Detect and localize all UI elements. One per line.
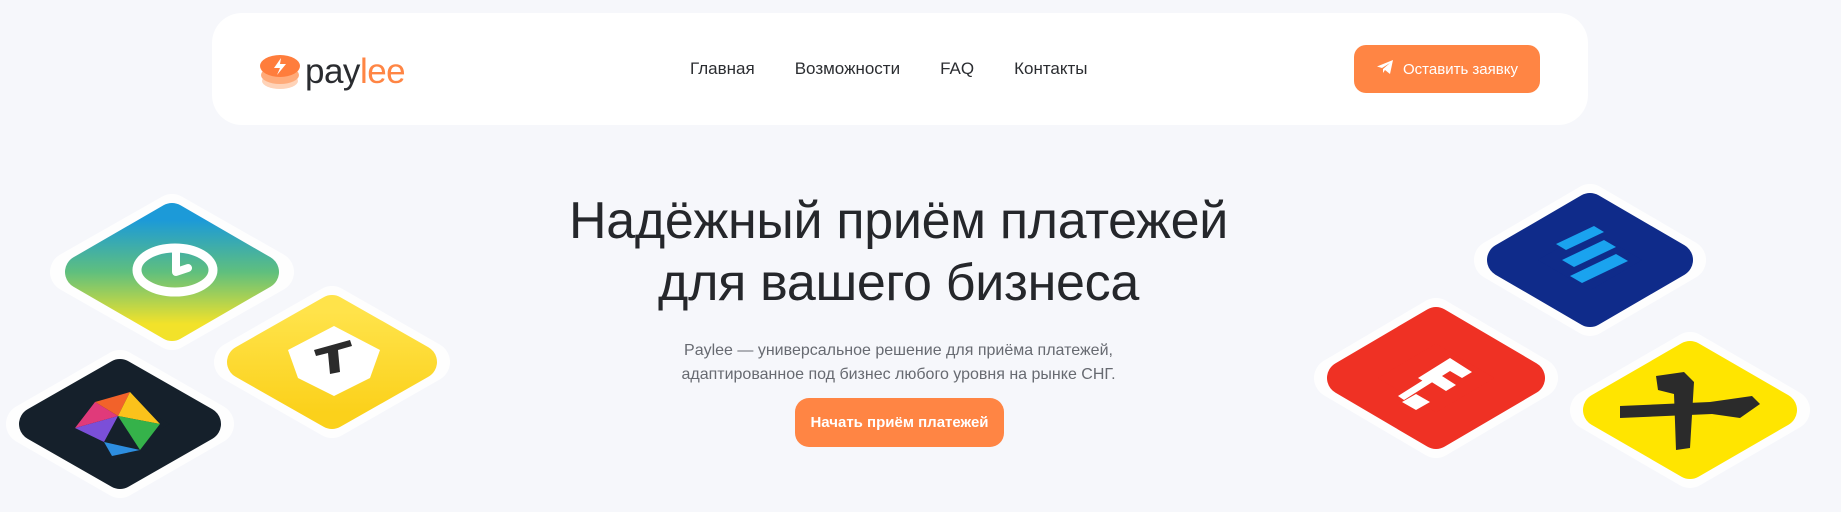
yellow-tile (1570, 332, 1810, 488)
bank-tiles (6, 184, 1810, 498)
sbp-tile (50, 194, 294, 350)
vtb-tile (1474, 184, 1706, 336)
multicolor-tile (6, 350, 234, 498)
tbank-tile (214, 286, 450, 438)
alfa-tile (1314, 298, 1558, 458)
